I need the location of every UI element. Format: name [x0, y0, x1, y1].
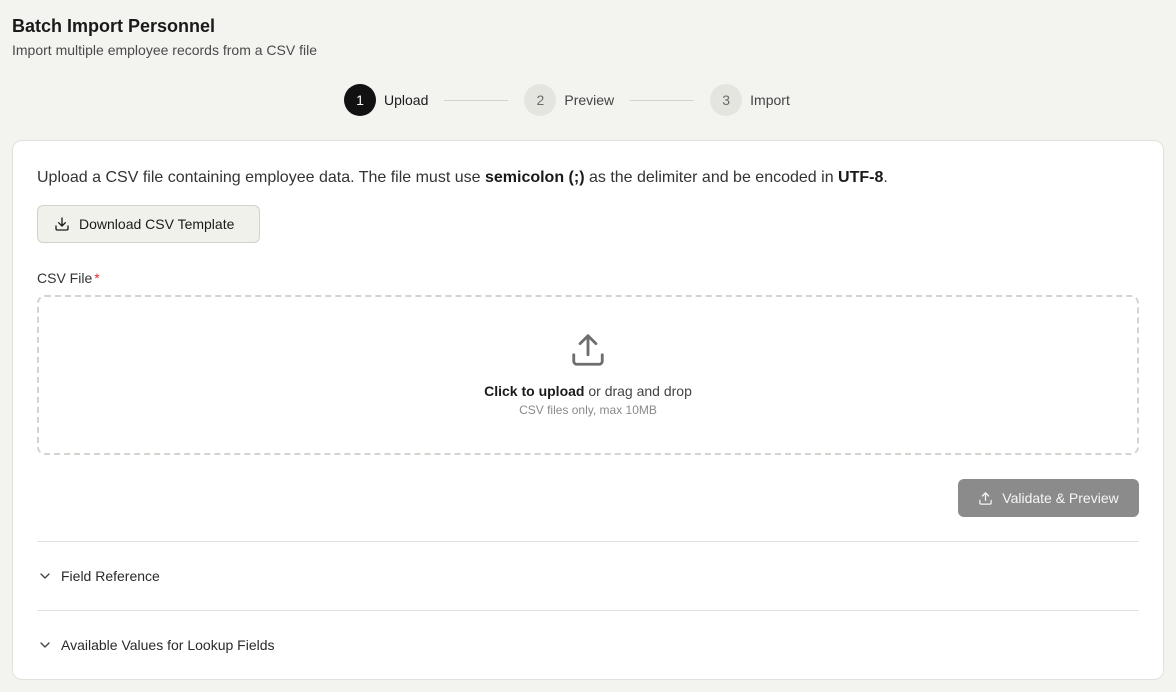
step-preview[interactable]: 2 Preview: [524, 84, 614, 116]
step-connector: [444, 99, 509, 101]
upload-icon: [572, 334, 604, 366]
accordion-lookup-values[interactable]: Available Values for Lookup Fields: [37, 611, 1139, 679]
validate-preview-button[interactable]: Validate & Preview: [958, 479, 1139, 517]
click-to-upload-link[interactable]: Click to upload: [484, 383, 584, 399]
upload-icon: [979, 491, 993, 505]
dropzone-hint: CSV files only, max 10MB: [519, 403, 657, 417]
step-label: Import: [750, 92, 790, 108]
page: Batch Import Personnel Import multiple e…: [0, 0, 1176, 692]
intro-delimiter: semicolon (;): [484, 169, 585, 186]
accordion-label: Field Reference: [61, 568, 160, 584]
upload-instructions: Upload a CSV file containing employee da…: [37, 167, 888, 189]
intro-middle: as the delimiter and be encoded in: [584, 169, 839, 186]
step-number: 2: [524, 84, 557, 116]
drag-and-drop-text: or drag and drop: [584, 383, 692, 399]
step-number: 3: [710, 84, 743, 116]
intro-prefix: Upload a CSV file containing employee da…: [37, 169, 485, 186]
upload-card: Upload a CSV file containing employee da…: [12, 140, 1164, 680]
step-label: Preview: [564, 92, 615, 108]
chevron-down-icon: [40, 642, 50, 648]
step-label: Upload: [384, 92, 429, 108]
step-connector: [630, 99, 695, 101]
csv-file-label: CSV File *: [37, 269, 100, 287]
intro-suffix: .: [883, 169, 888, 186]
validate-preview-label: Validate & Preview: [1002, 490, 1119, 506]
intro-encoding: UTF-8: [838, 169, 884, 186]
csv-dropzone[interactable]: Click to upload or drag and drop CSV fil…: [37, 295, 1139, 455]
download-template-button[interactable]: Download CSV Template: [37, 205, 260, 243]
required-marker: *: [94, 270, 100, 286]
download-icon: [55, 217, 69, 231]
accordion-field-reference[interactable]: Field Reference: [37, 542, 1139, 610]
stepper: 1 Upload 2 Preview 3 Import: [344, 84, 790, 116]
page-subtitle: Import multiple employee records from a …: [12, 42, 317, 58]
page-title: Batch Import Personnel: [12, 16, 216, 36]
step-import[interactable]: 3 Import: [710, 84, 790, 116]
dropzone-text: Click to upload or drag and drop: [484, 381, 692, 401]
page-header: Batch Import Personnel Import multiple e…: [12, 14, 317, 60]
step-upload[interactable]: 1 Upload: [344, 84, 428, 116]
step-number: 1: [344, 84, 376, 116]
chevron-down-icon: [40, 573, 50, 579]
csv-file-label-text: CSV File: [37, 270, 93, 286]
accordion-label: Available Values for Lookup Fields: [61, 637, 275, 653]
download-template-label: Download CSV Template: [79, 216, 235, 232]
